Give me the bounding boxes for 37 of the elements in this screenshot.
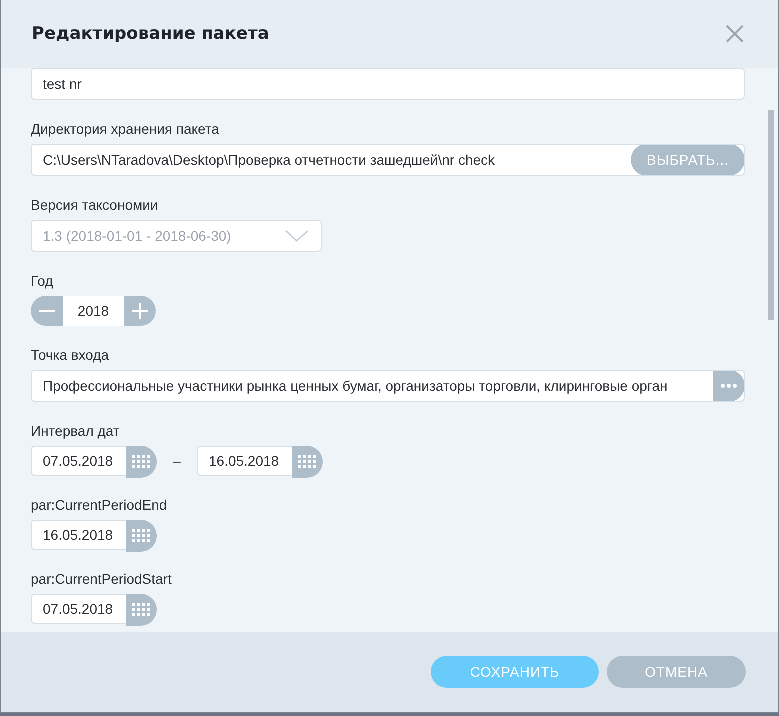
field-label: Точка входа xyxy=(31,347,110,363)
date-field[interactable]: 16.05.2018 xyxy=(197,446,292,476)
field-label: par:CurrentPeriodStart xyxy=(31,571,173,587)
plus-icon xyxy=(132,303,148,319)
decrement-button[interactable] xyxy=(31,296,63,326)
calendar-icon xyxy=(132,529,151,543)
ellipsis-icon xyxy=(721,384,737,388)
calendar-button[interactable] xyxy=(126,594,157,626)
date-field[interactable]: 16.05.2018 xyxy=(31,520,126,550)
calendar-button[interactable] xyxy=(292,446,323,478)
entry-point-field[interactable]: Профессиональные участники рынка ценных бумаг, организаторы торговли, клиринговые орган xyxy=(31,370,745,402)
date-field[interactable]: 07.05.2018 xyxy=(31,446,126,476)
calendar-button[interactable] xyxy=(126,446,157,478)
scrollbar-thumb[interactable] xyxy=(768,110,774,320)
minus-icon xyxy=(39,310,55,312)
more-button[interactable] xyxy=(713,371,744,401)
calendar-icon xyxy=(298,455,317,469)
dialog-title: Редактирование пакета xyxy=(32,24,270,44)
field-label: Интервал дат xyxy=(31,423,121,439)
text-field[interactable]: test nr xyxy=(31,68,745,100)
field-label: par:CurrentPeriodEnd xyxy=(31,497,168,513)
field-label: Год xyxy=(31,273,54,289)
calendar-icon xyxy=(132,603,151,617)
dropdown-value: 1.3 (2018-01-01 - 2018-06-30) xyxy=(43,228,232,244)
calendar-button[interactable] xyxy=(126,520,157,552)
calendar-icon xyxy=(132,455,151,469)
range-dash: – xyxy=(172,453,182,469)
path-field[interactable]: C:\Users\NTaradova\Desktop\Проверка отчетности зашедшей\nr check ВЫБРАТЬ... xyxy=(31,144,745,176)
field-label: Директория хранения пакета xyxy=(31,121,220,137)
field-label: Версия таксономии xyxy=(31,197,160,213)
path-value: C:\Users\NTaradova\Desktop\Проверка отчетности зашедшей\nr check xyxy=(43,152,496,168)
chevron-down-icon xyxy=(285,230,309,242)
entry-point-value: Профессиональные участники рынка ценных бумаг, организаторы торговли, клиринговые орган xyxy=(43,378,668,394)
year-field[interactable]: 2018 xyxy=(63,296,124,326)
increment-button[interactable] xyxy=(124,296,156,326)
close-icon[interactable] xyxy=(725,24,745,44)
date-field[interactable]: 07.05.2018 xyxy=(31,594,126,624)
